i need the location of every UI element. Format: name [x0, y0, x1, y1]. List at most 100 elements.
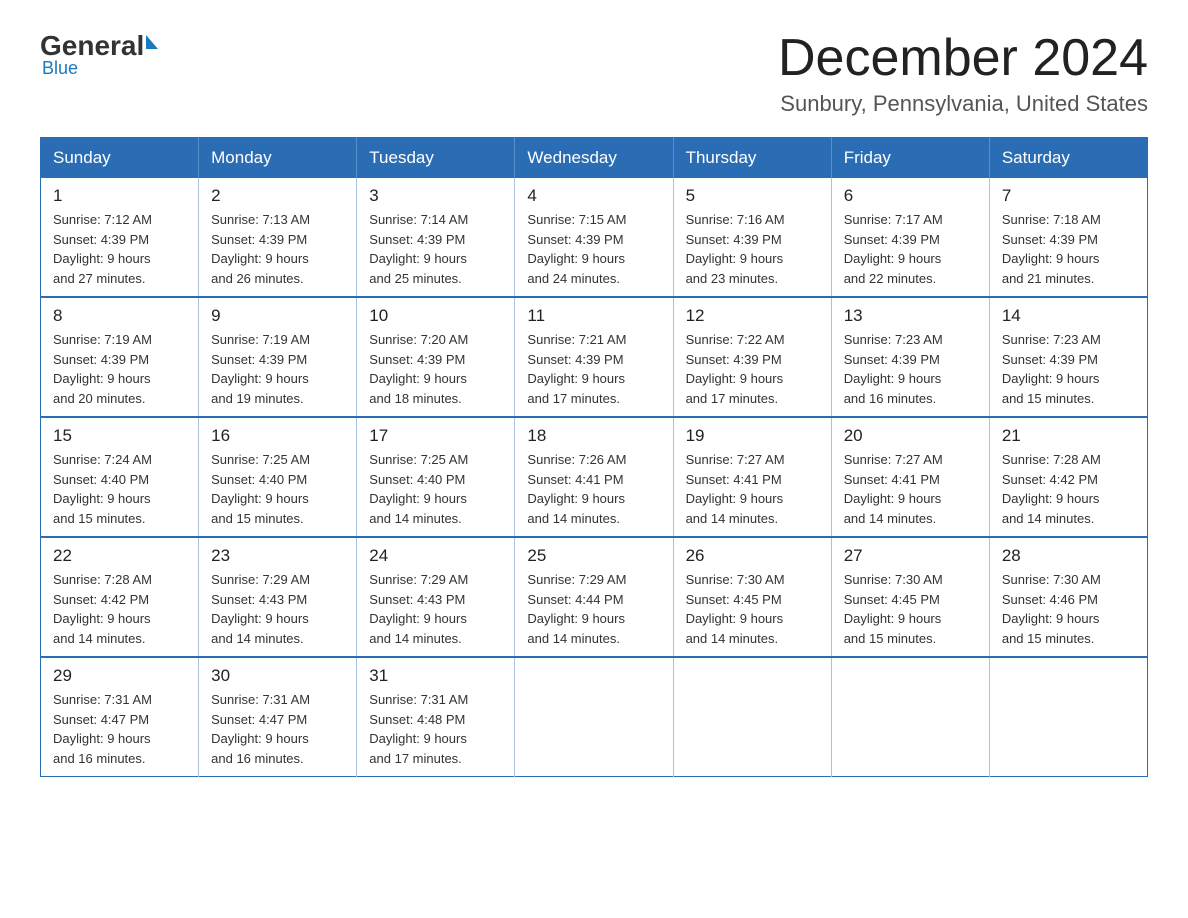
calendar-cell [515, 657, 673, 777]
calendar-cell: 13 Sunrise: 7:23 AM Sunset: 4:39 PM Dayl… [831, 297, 989, 417]
day-number: 16 [211, 426, 344, 446]
day-number: 26 [686, 546, 819, 566]
weekday-header-wednesday: Wednesday [515, 138, 673, 179]
day-info: Sunrise: 7:31 AM Sunset: 4:48 PM Dayligh… [369, 690, 502, 768]
calendar-cell: 7 Sunrise: 7:18 AM Sunset: 4:39 PM Dayli… [989, 178, 1147, 297]
day-number: 12 [686, 306, 819, 326]
weekday-header-sunday: Sunday [41, 138, 199, 179]
day-info: Sunrise: 7:20 AM Sunset: 4:39 PM Dayligh… [369, 330, 502, 408]
day-number: 22 [53, 546, 186, 566]
day-info: Sunrise: 7:26 AM Sunset: 4:41 PM Dayligh… [527, 450, 660, 528]
day-number: 24 [369, 546, 502, 566]
calendar-week-row: 8 Sunrise: 7:19 AM Sunset: 4:39 PM Dayli… [41, 297, 1148, 417]
day-number: 23 [211, 546, 344, 566]
calendar-cell: 1 Sunrise: 7:12 AM Sunset: 4:39 PM Dayli… [41, 178, 199, 297]
day-info: Sunrise: 7:30 AM Sunset: 4:45 PM Dayligh… [686, 570, 819, 648]
day-info: Sunrise: 7:30 AM Sunset: 4:46 PM Dayligh… [1002, 570, 1135, 648]
day-number: 5 [686, 186, 819, 206]
calendar-week-row: 1 Sunrise: 7:12 AM Sunset: 4:39 PM Dayli… [41, 178, 1148, 297]
calendar-cell: 21 Sunrise: 7:28 AM Sunset: 4:42 PM Dayl… [989, 417, 1147, 537]
weekday-header-monday: Monday [199, 138, 357, 179]
day-number: 28 [1002, 546, 1135, 566]
calendar-cell [831, 657, 989, 777]
calendar-week-row: 22 Sunrise: 7:28 AM Sunset: 4:42 PM Dayl… [41, 537, 1148, 657]
day-number: 1 [53, 186, 186, 206]
calendar-cell [673, 657, 831, 777]
calendar-cell: 10 Sunrise: 7:20 AM Sunset: 4:39 PM Dayl… [357, 297, 515, 417]
calendar-cell: 19 Sunrise: 7:27 AM Sunset: 4:41 PM Dayl… [673, 417, 831, 537]
day-info: Sunrise: 7:29 AM Sunset: 4:43 PM Dayligh… [211, 570, 344, 648]
day-info: Sunrise: 7:31 AM Sunset: 4:47 PM Dayligh… [53, 690, 186, 768]
day-number: 7 [1002, 186, 1135, 206]
day-number: 10 [369, 306, 502, 326]
calendar-cell: 20 Sunrise: 7:27 AM Sunset: 4:41 PM Dayl… [831, 417, 989, 537]
calendar-cell: 9 Sunrise: 7:19 AM Sunset: 4:39 PM Dayli… [199, 297, 357, 417]
day-info: Sunrise: 7:30 AM Sunset: 4:45 PM Dayligh… [844, 570, 977, 648]
weekday-header-tuesday: Tuesday [357, 138, 515, 179]
calendar-table: SundayMondayTuesdayWednesdayThursdayFrid… [40, 137, 1148, 777]
logo-arrow-icon [146, 35, 158, 49]
day-number: 17 [369, 426, 502, 446]
calendar-cell: 5 Sunrise: 7:16 AM Sunset: 4:39 PM Dayli… [673, 178, 831, 297]
day-number: 6 [844, 186, 977, 206]
weekday-header-thursday: Thursday [673, 138, 831, 179]
calendar-cell: 16 Sunrise: 7:25 AM Sunset: 4:40 PM Dayl… [199, 417, 357, 537]
day-number: 13 [844, 306, 977, 326]
day-info: Sunrise: 7:21 AM Sunset: 4:39 PM Dayligh… [527, 330, 660, 408]
calendar-cell: 30 Sunrise: 7:31 AM Sunset: 4:47 PM Dayl… [199, 657, 357, 777]
day-number: 4 [527, 186, 660, 206]
day-number: 30 [211, 666, 344, 686]
logo: General Blue [40, 30, 160, 79]
calendar-cell: 18 Sunrise: 7:26 AM Sunset: 4:41 PM Dayl… [515, 417, 673, 537]
calendar-cell: 11 Sunrise: 7:21 AM Sunset: 4:39 PM Dayl… [515, 297, 673, 417]
day-info: Sunrise: 7:16 AM Sunset: 4:39 PM Dayligh… [686, 210, 819, 288]
day-number: 2 [211, 186, 344, 206]
day-number: 20 [844, 426, 977, 446]
calendar-cell [989, 657, 1147, 777]
calendar-cell: 15 Sunrise: 7:24 AM Sunset: 4:40 PM Dayl… [41, 417, 199, 537]
calendar-cell: 8 Sunrise: 7:19 AM Sunset: 4:39 PM Dayli… [41, 297, 199, 417]
calendar-week-row: 29 Sunrise: 7:31 AM Sunset: 4:47 PM Dayl… [41, 657, 1148, 777]
calendar-cell: 26 Sunrise: 7:30 AM Sunset: 4:45 PM Dayl… [673, 537, 831, 657]
day-info: Sunrise: 7:13 AM Sunset: 4:39 PM Dayligh… [211, 210, 344, 288]
day-info: Sunrise: 7:14 AM Sunset: 4:39 PM Dayligh… [369, 210, 502, 288]
day-info: Sunrise: 7:22 AM Sunset: 4:39 PM Dayligh… [686, 330, 819, 408]
day-info: Sunrise: 7:19 AM Sunset: 4:39 PM Dayligh… [211, 330, 344, 408]
day-number: 9 [211, 306, 344, 326]
day-info: Sunrise: 7:19 AM Sunset: 4:39 PM Dayligh… [53, 330, 186, 408]
day-number: 14 [1002, 306, 1135, 326]
title-area: December 2024 Sunbury, Pennsylvania, Uni… [778, 30, 1148, 117]
month-title: December 2024 [778, 30, 1148, 87]
day-number: 18 [527, 426, 660, 446]
calendar-cell: 12 Sunrise: 7:22 AM Sunset: 4:39 PM Dayl… [673, 297, 831, 417]
day-number: 21 [1002, 426, 1135, 446]
day-info: Sunrise: 7:31 AM Sunset: 4:47 PM Dayligh… [211, 690, 344, 768]
calendar-cell: 17 Sunrise: 7:25 AM Sunset: 4:40 PM Dayl… [357, 417, 515, 537]
day-info: Sunrise: 7:15 AM Sunset: 4:39 PM Dayligh… [527, 210, 660, 288]
day-info: Sunrise: 7:27 AM Sunset: 4:41 PM Dayligh… [686, 450, 819, 528]
day-number: 29 [53, 666, 186, 686]
day-info: Sunrise: 7:29 AM Sunset: 4:43 PM Dayligh… [369, 570, 502, 648]
calendar-cell: 3 Sunrise: 7:14 AM Sunset: 4:39 PM Dayli… [357, 178, 515, 297]
day-number: 27 [844, 546, 977, 566]
day-number: 3 [369, 186, 502, 206]
day-number: 31 [369, 666, 502, 686]
calendar-cell: 14 Sunrise: 7:23 AM Sunset: 4:39 PM Dayl… [989, 297, 1147, 417]
weekday-header-saturday: Saturday [989, 138, 1147, 179]
day-info: Sunrise: 7:12 AM Sunset: 4:39 PM Dayligh… [53, 210, 186, 288]
calendar-cell: 23 Sunrise: 7:29 AM Sunset: 4:43 PM Dayl… [199, 537, 357, 657]
logo-blue: Blue [42, 58, 78, 79]
day-info: Sunrise: 7:28 AM Sunset: 4:42 PM Dayligh… [1002, 450, 1135, 528]
calendar-week-row: 15 Sunrise: 7:24 AM Sunset: 4:40 PM Dayl… [41, 417, 1148, 537]
calendar-cell: 27 Sunrise: 7:30 AM Sunset: 4:45 PM Dayl… [831, 537, 989, 657]
day-info: Sunrise: 7:18 AM Sunset: 4:39 PM Dayligh… [1002, 210, 1135, 288]
day-info: Sunrise: 7:24 AM Sunset: 4:40 PM Dayligh… [53, 450, 186, 528]
page-header: General Blue December 2024 Sunbury, Penn… [40, 30, 1148, 117]
calendar-cell: 28 Sunrise: 7:30 AM Sunset: 4:46 PM Dayl… [989, 537, 1147, 657]
location-title: Sunbury, Pennsylvania, United States [778, 91, 1148, 117]
day-info: Sunrise: 7:29 AM Sunset: 4:44 PM Dayligh… [527, 570, 660, 648]
calendar-cell: 22 Sunrise: 7:28 AM Sunset: 4:42 PM Dayl… [41, 537, 199, 657]
calendar-cell: 4 Sunrise: 7:15 AM Sunset: 4:39 PM Dayli… [515, 178, 673, 297]
day-info: Sunrise: 7:23 AM Sunset: 4:39 PM Dayligh… [844, 330, 977, 408]
day-info: Sunrise: 7:28 AM Sunset: 4:42 PM Dayligh… [53, 570, 186, 648]
